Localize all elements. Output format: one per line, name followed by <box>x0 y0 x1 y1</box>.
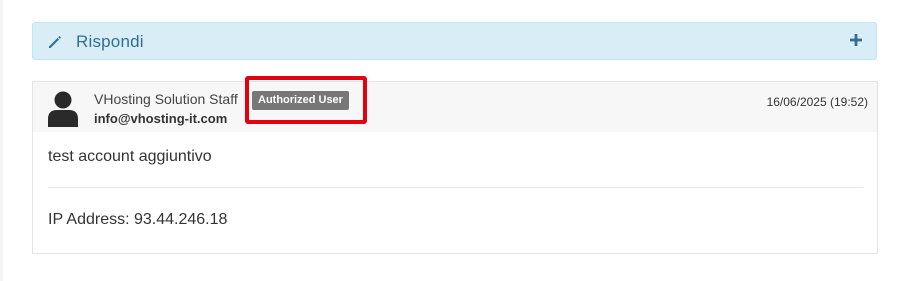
reply-label: Rispondi <box>76 32 144 51</box>
message-body: test account aggiuntivo <box>48 148 212 165</box>
divider <box>48 187 863 188</box>
sender-email: info@vhosting-it.com <box>94 111 228 126</box>
ticket-view: Rispondi VHosting Solution Staff info@vh… <box>0 0 911 281</box>
user-avatar-icon <box>48 91 78 127</box>
plus-icon[interactable] <box>850 34 862 46</box>
left-edge-strip <box>0 0 3 281</box>
highlight-annotation-box <box>245 76 367 124</box>
ip-address-line: IP Address: 93.44.246.18 <box>48 211 228 228</box>
message-date: 16/06/2025 (19:52) <box>766 95 868 109</box>
reply-toggle-bar[interactable]: Rispondi <box>32 22 877 60</box>
message-header: VHosting Solution Staff info@vhosting-it… <box>33 76 877 132</box>
sender-name: VHosting Solution Staff <box>94 91 238 107</box>
pencil-icon <box>49 36 61 48</box>
message-card: VHosting Solution Staff info@vhosting-it… <box>32 76 878 254</box>
